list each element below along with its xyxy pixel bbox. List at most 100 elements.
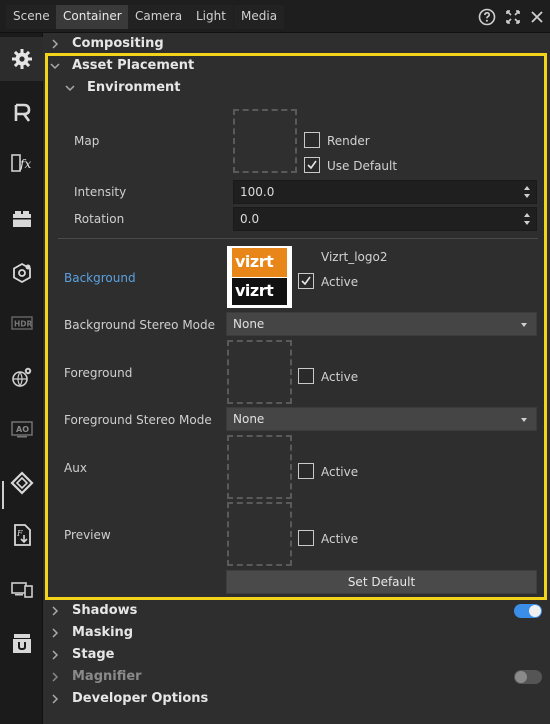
set-default-button[interactable]: Set Default <box>226 570 537 594</box>
checkmark-icon <box>301 276 311 286</box>
background-active-checkbox[interactable] <box>298 273 314 289</box>
spinner-icon[interactable] <box>523 185 531 199</box>
hexagon-icon <box>12 262 31 284</box>
chevron-right-icon <box>52 672 59 682</box>
shadows-toggle[interactable] <box>514 604 542 618</box>
foreground-label: Foreground <box>64 366 133 380</box>
chevron-right-icon <box>52 628 59 638</box>
chevron-down-icon <box>50 63 60 70</box>
toolbar-icon <box>12 211 31 227</box>
rail-globe[interactable] <box>0 355 43 399</box>
rail-plugin[interactable] <box>0 621 43 665</box>
background-label[interactable]: Background <box>64 271 136 285</box>
rail-file-export[interactable]: F <box>0 513 43 557</box>
toggle-knob <box>529 605 541 617</box>
rail-settings[interactable] <box>0 37 43 81</box>
checkmark-icon <box>307 160 317 170</box>
tab-camera[interactable]: Camera <box>128 5 190 29</box>
rotation-field[interactable]: 0.0 <box>233 207 537 231</box>
help-icon[interactable] <box>478 8 496 26</box>
section-stage[interactable]: Stage <box>43 644 550 666</box>
properties-panel: Compositing Asset Placement Environment … <box>43 33 550 724</box>
intensity-value: 100.0 <box>240 185 275 199</box>
logo-top-text: vizrt <box>235 252 274 271</box>
section-label: Magnifier <box>72 669 142 684</box>
left-icon-rail: fx HDR AO F <box>0 33 43 724</box>
section-asset-placement[interactable]: Asset Placement <box>43 55 550 77</box>
svg-text:F: F <box>16 529 23 538</box>
background-stereo-label: Background Stereo Mode <box>64 318 216 332</box>
section-masking[interactable]: Masking <box>43 622 550 644</box>
globe-pin-icon <box>11 367 31 388</box>
magnifier-toggle[interactable] <box>514 670 542 684</box>
chevron-right-icon <box>52 650 59 660</box>
background-stereo-value: None <box>233 317 265 331</box>
aux-active-label: Active <box>321 465 359 479</box>
render-r-icon <box>14 103 30 122</box>
rail-fx[interactable]: fx <box>0 141 43 185</box>
devices-icon <box>10 582 33 598</box>
preview-active-checkbox[interactable] <box>298 530 314 546</box>
background-asset-name: Vizrt_logo2 <box>321 250 388 264</box>
aux-active-checkbox[interactable] <box>298 463 314 479</box>
section-label: Developer Options <box>72 691 209 706</box>
plugin-u-icon <box>12 634 31 653</box>
chevron-right-icon <box>52 606 59 616</box>
rail-vizrt[interactable] <box>0 461 43 505</box>
tab-scene[interactable]: Scene <box>6 5 57 29</box>
rail-toolbar[interactable] <box>0 197 43 241</box>
map-slot[interactable] <box>233 109 297 173</box>
aux-slot[interactable] <box>227 435 292 499</box>
tab-container[interactable]: Container <box>56 5 129 29</box>
section-compositing[interactable]: Compositing <box>43 33 550 55</box>
rail-devices[interactable] <box>0 567 43 611</box>
file-export-icon: F <box>13 524 31 546</box>
aux-label: Aux <box>64 461 87 475</box>
background-thumbnail[interactable]: vizrt vizrt <box>227 246 292 308</box>
intensity-label: Intensity <box>74 185 127 199</box>
section-developer-options[interactable]: Developer Options <box>43 688 550 710</box>
chevron-right-icon <box>52 39 59 49</box>
logo-bottom-block: vizrt <box>232 278 287 305</box>
chevron-down-icon <box>65 85 75 92</box>
render-label: Render <box>327 134 370 148</box>
section-label: Asset Placement <box>72 58 195 73</box>
preview-slot[interactable] <box>227 502 292 566</box>
map-label: Map <box>74 134 100 148</box>
vizrt-diamond-icon <box>9 471 34 495</box>
rail-hdr[interactable]: HDR <box>0 301 43 345</box>
intensity-field[interactable]: 100.0 <box>233 180 537 204</box>
rotation-label: Rotation <box>74 212 125 226</box>
section-label: Compositing <box>72 36 164 51</box>
section-divider <box>58 238 538 239</box>
expand-icon[interactable] <box>504 8 522 26</box>
foreground-stereo-dropdown[interactable]: None <box>226 407 537 431</box>
section-environment[interactable]: Environment <box>43 77 550 99</box>
tab-media[interactable]: Media <box>234 5 285 29</box>
logo-top-block: vizrt <box>232 248 287 277</box>
section-shadows[interactable]: Shadows <box>43 600 550 622</box>
svg-text:fx: fx <box>19 157 31 171</box>
foreground-active-checkbox[interactable] <box>298 368 314 384</box>
close-icon[interactable] <box>528 8 546 26</box>
rail-ao[interactable]: AO <box>0 407 43 451</box>
section-label: Shadows <box>72 603 138 618</box>
tab-light[interactable]: Light <box>189 5 233 29</box>
render-checkbox[interactable] <box>304 132 320 148</box>
section-magnifier[interactable]: Magnifier <box>43 666 550 688</box>
use-default-checkbox[interactable] <box>304 157 320 173</box>
section-label: Environment <box>87 80 181 95</box>
chevron-right-icon <box>52 694 59 704</box>
hdr-icon: HDR <box>10 316 33 330</box>
rail-render[interactable] <box>0 91 43 135</box>
background-stereo-dropdown[interactable]: None <box>226 312 537 336</box>
foreground-slot[interactable] <box>227 340 292 404</box>
top-tab-bar: Scene Container Camera Light Media <box>0 0 550 33</box>
toggle-knob <box>515 671 527 683</box>
logo-bottom-text: vizrt <box>235 281 274 300</box>
preview-active-label: Active <box>321 532 359 546</box>
rail-hexagon[interactable] <box>0 251 43 295</box>
section-label: Masking <box>72 625 134 640</box>
spinner-icon[interactable] <box>523 212 531 226</box>
background-active-label: Active <box>321 275 359 289</box>
